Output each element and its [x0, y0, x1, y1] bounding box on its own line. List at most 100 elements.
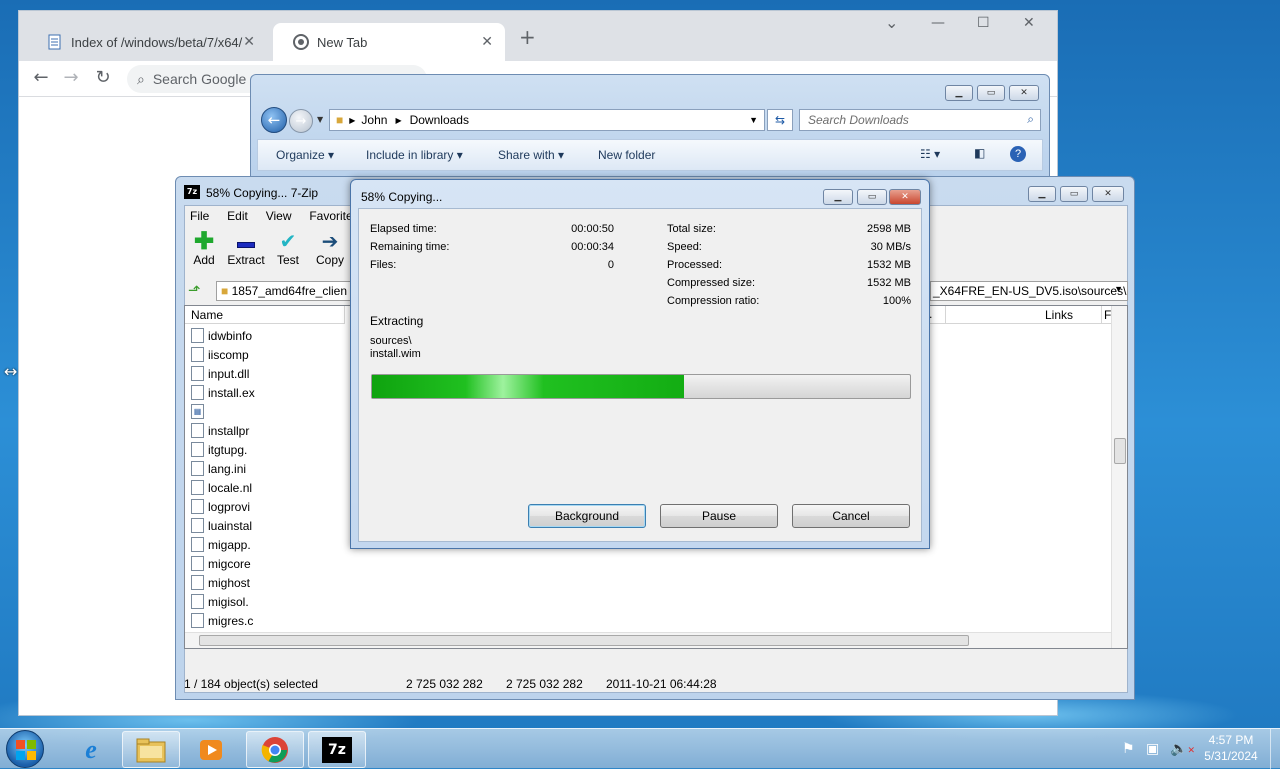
test-button[interactable]: ✔ Test — [268, 231, 308, 267]
breadcrumb-downloads[interactable]: Downloads — [410, 113, 469, 127]
background-button[interactable]: Background — [528, 504, 646, 528]
address-bar[interactable]: ■ ▶ John ▶ Downloads ▼ — [329, 109, 765, 131]
maximize-button[interactable]: ▭ — [857, 189, 887, 205]
close-tab-icon[interactable]: ✕ — [243, 33, 255, 50]
file-icon — [191, 442, 204, 457]
action-center-flag-icon[interactable]: ⚑ — [1122, 741, 1135, 757]
file-row[interactable]: migcore — [191, 554, 251, 573]
extract-button[interactable]: Extract — [226, 231, 266, 267]
chevron-down-icon[interactable]: ▼ — [749, 115, 758, 125]
include-library-menu[interactable]: Include in library ▾ — [366, 148, 463, 162]
file-row[interactable]: installpr — [191, 421, 249, 440]
file-icon — [191, 518, 204, 533]
menu-edit[interactable]: Edit — [227, 209, 248, 223]
chrome-tab-label: Index of /windows/beta/7/x64/ — [71, 34, 243, 50]
back-icon[interactable]: ← — [29, 67, 53, 88]
file-row[interactable]: locale.nl — [191, 478, 252, 497]
maximize-button[interactable]: ☐ — [977, 15, 990, 31]
new-tab-button[interactable]: + — [519, 25, 536, 49]
breadcrumb-john[interactable]: John — [361, 113, 387, 127]
7zip-logo-icon: 7z — [322, 736, 352, 763]
recent-pages-icon[interactable]: ▼ — [317, 115, 323, 124]
close-button[interactable]: ✕ — [1009, 85, 1039, 101]
folder-icon: ■ — [221, 284, 229, 298]
minimize-button[interactable]: ▁ — [823, 189, 853, 205]
horizontal-scrollbar[interactable] — [185, 632, 1111, 648]
minimize-button[interactable]: ▁ — [1028, 186, 1056, 202]
organize-menu[interactable]: Organize ▾ — [276, 148, 334, 162]
vertical-scrollbar[interactable] — [1111, 306, 1127, 648]
menu-file[interactable]: File — [190, 209, 209, 223]
forward-icon[interactable]: → — [59, 67, 83, 88]
preview-pane-icon[interactable]: ◧ — [974, 146, 985, 160]
file-row[interactable]: migisol. — [191, 592, 249, 611]
copy-label: Copy — [315, 253, 344, 267]
file-row[interactable]: input.dll — [191, 364, 249, 383]
refresh-button[interactable]: ⇆ — [767, 109, 793, 131]
volume-muted-icon[interactable]: 🔈✕ — [1170, 741, 1195, 757]
column-name[interactable]: Name — [185, 306, 345, 324]
maximize-button[interactable]: ▭ — [977, 85, 1005, 101]
share-with-menu[interactable]: Share with ▾ — [498, 148, 564, 162]
close-button[interactable]: ✕ — [889, 189, 921, 205]
chrome-tab-strip: Index of /windows/beta/7/x64/ ✕ New Tab … — [19, 11, 1057, 61]
file-row[interactable]: logprovi — [191, 497, 250, 516]
help-icon[interactable]: ? — [1010, 146, 1026, 162]
pause-button[interactable]: Pause — [660, 504, 778, 528]
chrome-icon — [261, 736, 288, 763]
show-desktop-button[interactable] — [1270, 729, 1280, 769]
close-tab-icon[interactable]: ✕ — [481, 33, 493, 50]
reload-icon[interactable]: ↻ — [91, 67, 115, 88]
chrome-tab-index[interactable]: Index of /windows/beta/7/x64/ ✕ — [27, 23, 267, 61]
chrome-tab-new[interactable]: New Tab ✕ — [273, 23, 505, 61]
file-icon — [191, 613, 204, 628]
command-bar: Organize ▾ Include in library ▾ Share wi… — [257, 139, 1043, 171]
explorer-taskbar-button[interactable] — [122, 731, 180, 768]
close-button[interactable]: ✕ — [1023, 15, 1035, 31]
search-field[interactable]: Search Downloads ⌕ — [799, 109, 1041, 131]
file-row[interactable]: idwbinfo — [191, 326, 252, 345]
file-row[interactable]: iiscomp — [191, 345, 249, 364]
stat-value: 00:00:34 — [571, 241, 614, 253]
menu-view[interactable]: View — [266, 209, 292, 223]
file-name: migapp. — [208, 537, 251, 552]
column-links[interactable]: Links — [945, 306, 1101, 324]
chevron-down-icon[interactable]: ▼ — [1114, 284, 1123, 294]
tab-search-icon[interactable]: ⌄ — [885, 13, 898, 32]
minimize-button[interactable]: ▁ — [945, 85, 973, 101]
minimize-button[interactable]: — — [931, 15, 945, 31]
chrome-taskbar-button[interactable] — [246, 731, 304, 768]
file-row[interactable]: itgtupg. — [191, 440, 247, 459]
folder-icon: ■ — [336, 113, 344, 127]
arrow-right-icon: ➔ — [321, 231, 339, 253]
forward-button[interactable]: → — [289, 109, 313, 133]
close-button[interactable]: ✕ — [1092, 186, 1124, 202]
copy-button[interactable]: ➔ Copy — [310, 231, 350, 267]
maximize-button[interactable]: ▭ — [1060, 186, 1088, 202]
cancel-button[interactable]: Cancel — [792, 504, 910, 528]
path-combo-right[interactable]: _X64FRE_EN-US_DV5.iso\sources\ ▼ — [930, 281, 1128, 301]
stat-value: 0 — [607, 259, 614, 271]
file-row[interactable]: mighost — [191, 573, 250, 592]
add-button[interactable]: ✚ Add — [184, 230, 224, 268]
new-folder-button[interactable]: New folder — [598, 148, 655, 162]
7zip-taskbar-button[interactable]: 7z — [308, 731, 366, 768]
path-combo[interactable]: ■ 1857_amd64fre_clien — [216, 281, 352, 301]
up-folder-icon[interactable]: ⬏ — [188, 281, 208, 301]
file-row[interactable]: migapp. — [191, 535, 251, 554]
media-player-taskbar-button[interactable] — [182, 731, 240, 768]
scrollbar-thumb[interactable] — [199, 635, 969, 646]
internet-explorer-taskbar-button[interactable]: e — [62, 731, 120, 768]
back-button[interactable]: ← — [261, 107, 287, 133]
file-row[interactable]: migres.c — [191, 611, 253, 630]
network-icon[interactable]: ▣ — [1146, 741, 1159, 757]
file-row[interactable]: lang.ini — [191, 459, 246, 478]
start-button[interactable] — [6, 730, 44, 768]
file-row[interactable]: install.ex — [191, 383, 255, 402]
stat-value: 1532 MB — [866, 259, 911, 271]
scrollbar-thumb[interactable] — [1114, 438, 1126, 464]
file-row[interactable]: ▦ — [191, 402, 208, 421]
file-row[interactable]: luainstal — [191, 516, 252, 535]
clock[interactable]: 4:57 PM 5/31/2024 — [1196, 733, 1266, 763]
view-options-icon[interactable]: ☷ ▾ — [920, 147, 940, 161]
